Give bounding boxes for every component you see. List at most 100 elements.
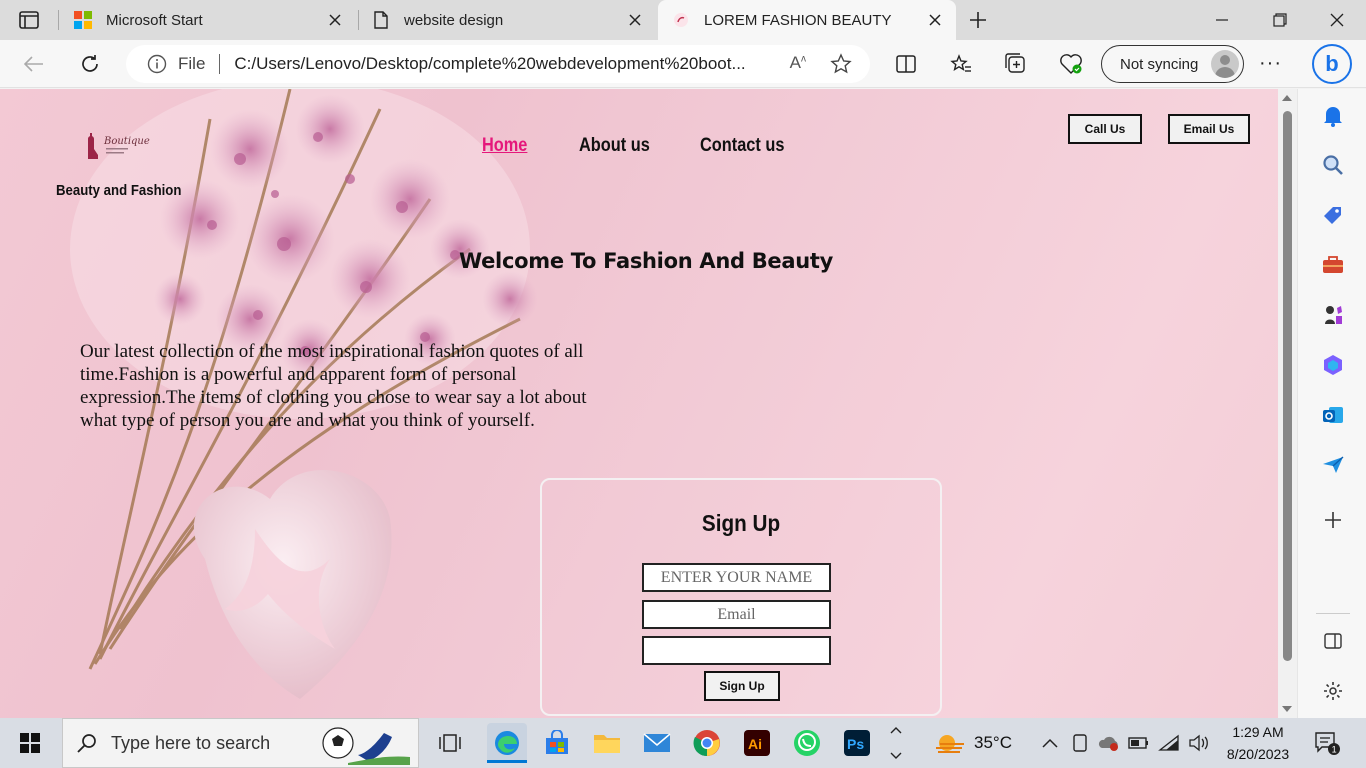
profile-sync-button[interactable]: Not syncing — [1101, 45, 1244, 83]
tools-briefcase-icon[interactable] — [1320, 252, 1346, 278]
email-input[interactable] — [642, 600, 831, 629]
page-heading: Welcome To Fashion And Beauty — [459, 249, 834, 273]
nav-home-link[interactable]: Home — [482, 135, 527, 157]
info-icon[interactable] — [146, 53, 168, 75]
boutique-logo: Boutique — [88, 133, 150, 159]
edge-sidebar — [1297, 89, 1366, 718]
close-tab-icon[interactable] — [326, 11, 344, 29]
wifi-icon[interactable] — [1158, 734, 1180, 752]
tablet-icon[interactable] — [1072, 734, 1088, 752]
nav-contact-link[interactable]: Contact us — [700, 135, 784, 157]
intro-paragraph: Our latest collection of the most inspir… — [80, 341, 587, 431]
tab-microsoft-start[interactable]: Microsoft Start — [62, 0, 356, 40]
avatar — [1211, 50, 1239, 78]
tab-website-design[interactable]: website design — [360, 0, 656, 40]
tab-bar: Microsoft Start website design LOREM FAS… — [0, 0, 1366, 40]
bing-chat-icon[interactable]: b — [1312, 44, 1352, 84]
address-bar[interactable]: File C:/Users/Lenovo/Desktop/complete%20… — [126, 45, 870, 83]
refresh-icon[interactable] — [74, 48, 106, 80]
sidebar-settings-gear-icon[interactable] — [1320, 678, 1346, 704]
search-icon — [77, 733, 97, 753]
clock-time: 1:29 AM — [1232, 724, 1284, 740]
favorites-icon[interactable] — [945, 48, 977, 80]
weather-temperature: 35°C — [974, 733, 1012, 752]
call-us-button[interactable]: Call Us — [1068, 114, 1142, 144]
favorite-star-icon[interactable] — [830, 53, 852, 80]
browser-toolbar: File C:/Users/Lenovo/Desktop/complete%20… — [0, 40, 1366, 88]
microsoft-logo-icon — [74, 11, 92, 29]
read-aloud-icon[interactable]: Aʌ — [790, 53, 806, 73]
nav-about-link[interactable]: About us — [579, 135, 650, 157]
tab-title: LOREM FASHION BEAUTY — [704, 11, 892, 29]
browser-essentials-icon[interactable] — [1055, 48, 1087, 80]
search-highlight-soccer-icon — [322, 727, 410, 765]
restore-icon[interactable] — [1251, 0, 1309, 40]
split-screen-icon[interactable] — [890, 48, 922, 80]
onedrive-icon[interactable] — [1098, 734, 1120, 752]
tab-separator — [358, 10, 359, 30]
sidebar-divider — [1316, 613, 1350, 614]
tab-lorem-fashion-beauty[interactable]: LOREM FASHION BEAUTY — [658, 0, 956, 40]
signup-form: Sign Up Sign Up — [540, 478, 942, 716]
outlook-icon[interactable] — [1320, 402, 1346, 428]
collections-icon[interactable] — [1000, 48, 1032, 80]
hide-sidebar-icon[interactable] — [1320, 628, 1346, 654]
brand-tagline: Beauty and Fashion — [56, 182, 182, 199]
task-view-icon[interactable] — [430, 723, 470, 763]
taskbar-edge-icon[interactable] — [487, 723, 527, 763]
name-input[interactable] — [642, 563, 831, 592]
microsoft-store-icon[interactable] — [537, 723, 577, 763]
mail-icon[interactable] — [637, 723, 677, 763]
boutique-favicon-icon — [672, 11, 690, 29]
tab-title: website design — [404, 11, 504, 29]
tab-title: Microsoft Start — [106, 11, 203, 29]
windows-taskbar: Type here to search Ai Ps 35°C 1:29 AM 8… — [0, 718, 1366, 768]
send-drop-icon[interactable] — [1320, 452, 1346, 478]
tab-actions-icon[interactable] — [8, 6, 50, 34]
close-tab-icon[interactable] — [626, 11, 644, 29]
svg-text:Boutique: Boutique — [103, 136, 150, 147]
photoshop-icon[interactable]: Ps — [837, 723, 877, 763]
add-sidebar-app-icon[interactable] — [1320, 507, 1346, 533]
notifications-bell-icon[interactable] — [1320, 103, 1346, 129]
close-tab-icon[interactable] — [926, 11, 944, 29]
back-icon[interactable] — [18, 48, 50, 80]
close-window-icon[interactable] — [1308, 0, 1366, 40]
search-icon[interactable] — [1320, 152, 1346, 178]
show-hidden-icons-icon[interactable] — [1042, 718, 1058, 768]
url-text[interactable]: C:/Users/Lenovo/Desktop/complete%20webde… — [234, 54, 764, 74]
adobe-illustrator-icon[interactable]: Ai — [737, 723, 777, 763]
third-input[interactable] — [642, 636, 831, 665]
minimize-icon[interactable] — [1193, 0, 1251, 40]
chrome-icon[interactable] — [687, 723, 727, 763]
whatsapp-icon[interactable] — [787, 723, 827, 763]
notification-badge: 1 — [1332, 745, 1337, 755]
shopping-tag-icon[interactable] — [1320, 202, 1346, 228]
notification-center-icon[interactable]: 1 — [1314, 718, 1340, 768]
svg-text:Ai: Ai — [748, 736, 762, 752]
document-icon — [372, 11, 390, 29]
taskbar-clock[interactable]: 1:29 AM 8/20/2023 — [1222, 721, 1294, 765]
battery-icon[interactable] — [1128, 736, 1150, 750]
email-us-button[interactable]: Email Us — [1168, 114, 1250, 144]
microsoft-365-icon[interactable] — [1320, 352, 1346, 378]
page-scrollbar[interactable] — [1278, 89, 1297, 718]
taskbar-search-box[interactable]: Type here to search — [62, 718, 419, 768]
weather-widget[interactable]: 35°C — [932, 718, 1012, 768]
file-explorer-icon[interactable] — [587, 723, 627, 763]
more-options-icon[interactable]: ··· — [1259, 52, 1282, 75]
scroll-up-icon[interactable] — [1282, 95, 1292, 101]
taskbar-scroll-icon[interactable] — [885, 723, 907, 763]
search-placeholder: Type here to search — [111, 732, 271, 753]
signup-button[interactable]: Sign Up — [704, 671, 780, 701]
system-tray-icons — [1072, 718, 1210, 768]
scroll-thumb[interactable] — [1283, 111, 1292, 661]
clock-date: 8/20/2023 — [1226, 746, 1290, 762]
windows-start-icon[interactable] — [0, 718, 60, 768]
new-tab-icon[interactable] — [964, 7, 992, 33]
games-chess-icon[interactable] — [1320, 302, 1346, 328]
address-divider — [219, 54, 221, 74]
page-viewport: Boutique Beauty and Fashion Home About u… — [0, 89, 1278, 718]
scroll-down-icon[interactable] — [1282, 706, 1292, 712]
volume-icon[interactable] — [1188, 734, 1210, 752]
